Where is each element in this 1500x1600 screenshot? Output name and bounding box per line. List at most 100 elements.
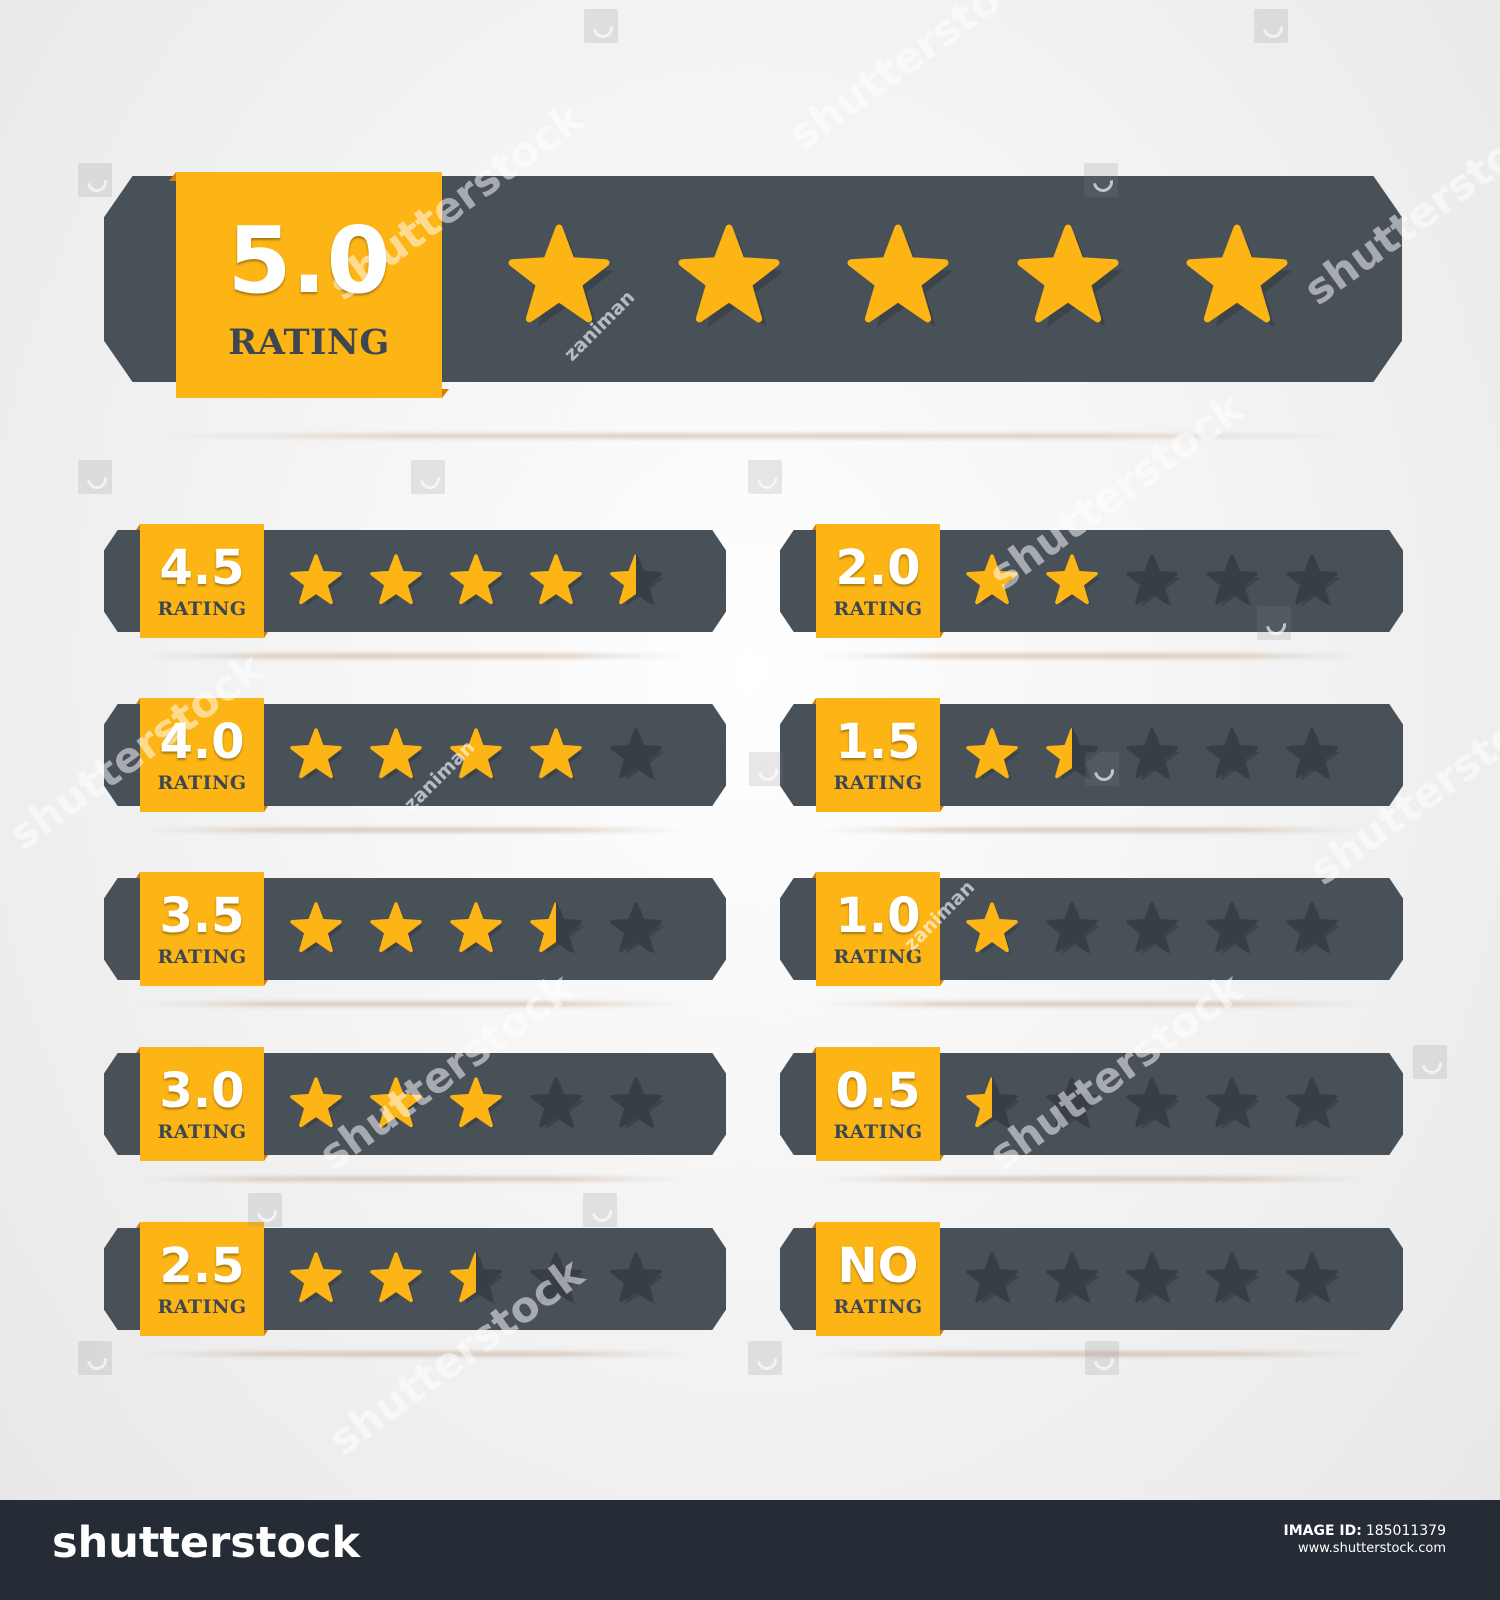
shutterstock-watermark: shutterstock xyxy=(780,0,1053,160)
rating-label: RATING xyxy=(157,945,247,968)
watermark-square xyxy=(78,460,112,494)
card-shadow xyxy=(810,654,1373,658)
star-empty xyxy=(1206,1077,1261,1130)
rating-value: 2.5 xyxy=(159,1237,245,1294)
star-rating xyxy=(966,902,1341,955)
star-empty xyxy=(1126,1252,1181,1305)
star-icon xyxy=(290,728,345,781)
star-rating xyxy=(290,1252,665,1305)
star-icon xyxy=(1286,1077,1341,1130)
rating-badge: 0.5 RATING xyxy=(816,1047,940,1161)
star-icon xyxy=(678,224,784,328)
star-filled xyxy=(678,224,784,328)
star-filled xyxy=(370,1252,425,1305)
star-empty xyxy=(1286,902,1341,955)
star-empty xyxy=(530,1077,585,1130)
rating-value: 1.0 xyxy=(835,887,921,944)
star-icon xyxy=(370,728,425,781)
star-icon xyxy=(1126,902,1181,955)
star-filled xyxy=(370,902,425,955)
star-icon xyxy=(610,902,665,955)
watermark-square xyxy=(583,1193,617,1227)
badge-fold-right xyxy=(940,806,944,812)
star-empty xyxy=(1046,902,1101,955)
badge-fold-right xyxy=(264,632,268,638)
rating-card: 5.0 RATING xyxy=(104,172,1402,438)
star-filled xyxy=(370,554,425,607)
star-empty xyxy=(610,1252,665,1305)
watermark-square xyxy=(1254,9,1288,43)
watermark-square xyxy=(1413,1045,1447,1079)
star-icon xyxy=(450,1252,505,1305)
star-icon xyxy=(370,554,425,607)
star-icon xyxy=(1126,554,1181,607)
badge-fold-right xyxy=(940,980,944,986)
star-filled xyxy=(370,728,425,781)
star-rating xyxy=(290,728,665,781)
rating-card: 2.0 RATING xyxy=(780,524,1403,658)
star-empty xyxy=(530,1252,585,1305)
card-shadow xyxy=(134,654,696,658)
rating-label: RATING xyxy=(833,1120,923,1143)
star-empty xyxy=(1046,1252,1101,1305)
star-icon xyxy=(1286,554,1341,607)
star-filled xyxy=(1186,224,1293,328)
card-shadow xyxy=(134,1352,696,1356)
badge-fold-right xyxy=(940,1330,944,1336)
footer-url: www.shutterstock.com xyxy=(1297,1541,1446,1556)
badge-fold-left xyxy=(136,1047,140,1053)
star-filled xyxy=(290,1252,345,1305)
rating-label: RATING xyxy=(157,597,247,620)
badge-fold-right xyxy=(264,980,268,986)
star-half xyxy=(966,1077,1021,1130)
badge-fold-left xyxy=(812,524,816,530)
rating-badge: 1.5 RATING xyxy=(816,698,940,812)
star-icon xyxy=(966,728,1021,781)
star-empty xyxy=(1206,554,1261,607)
watermark-square xyxy=(411,460,445,494)
star-rating xyxy=(290,1077,665,1130)
star-empty xyxy=(610,728,665,781)
footer-bar: shutterstock IMAGE ID: 185011379 www.shut… xyxy=(0,1500,1500,1600)
rating-label: RATING xyxy=(157,771,247,794)
star-empty xyxy=(1126,728,1181,781)
star-filled xyxy=(966,554,1021,607)
star-filled xyxy=(1046,554,1101,607)
star-filled xyxy=(450,902,505,955)
badge-fold-right xyxy=(264,1155,268,1161)
rating-badge: 2.0 RATING xyxy=(816,524,940,638)
badge-fold-right xyxy=(264,1330,268,1336)
image-id-label: IMAGE ID: xyxy=(1283,1523,1362,1539)
card-shadow xyxy=(810,828,1373,832)
star-icon xyxy=(610,1252,665,1305)
star-icon xyxy=(966,1252,1021,1305)
card-shadow xyxy=(810,1352,1373,1356)
star-filled xyxy=(290,902,345,955)
star-icon xyxy=(966,1077,1021,1130)
watermark-square xyxy=(1085,1341,1119,1375)
star-filled xyxy=(1017,224,1123,328)
star-rating xyxy=(966,1252,1341,1305)
star-filled xyxy=(290,554,345,607)
rating-card: NO RATING xyxy=(780,1222,1403,1356)
star-icon xyxy=(450,554,505,607)
card-shadow xyxy=(134,1002,696,1006)
star-icon xyxy=(610,554,665,607)
watermark-square xyxy=(749,752,783,786)
star-icon xyxy=(1206,1077,1261,1130)
star-empty xyxy=(1046,1077,1101,1130)
star-icon xyxy=(1046,1252,1101,1305)
star-icon xyxy=(1286,1252,1341,1305)
star-rating xyxy=(290,902,665,955)
star-icon xyxy=(1046,728,1101,781)
star-rating xyxy=(290,554,665,607)
star-filled xyxy=(370,1077,425,1130)
star-filled xyxy=(450,554,505,607)
watermark-square xyxy=(748,1341,782,1375)
star-empty xyxy=(1286,1077,1341,1130)
star-icon xyxy=(290,902,345,955)
star-icon xyxy=(530,1077,585,1130)
rating-card: 2.5 RATING xyxy=(104,1222,726,1356)
rating-label: RATING xyxy=(833,945,923,968)
star-icon xyxy=(1046,554,1101,607)
